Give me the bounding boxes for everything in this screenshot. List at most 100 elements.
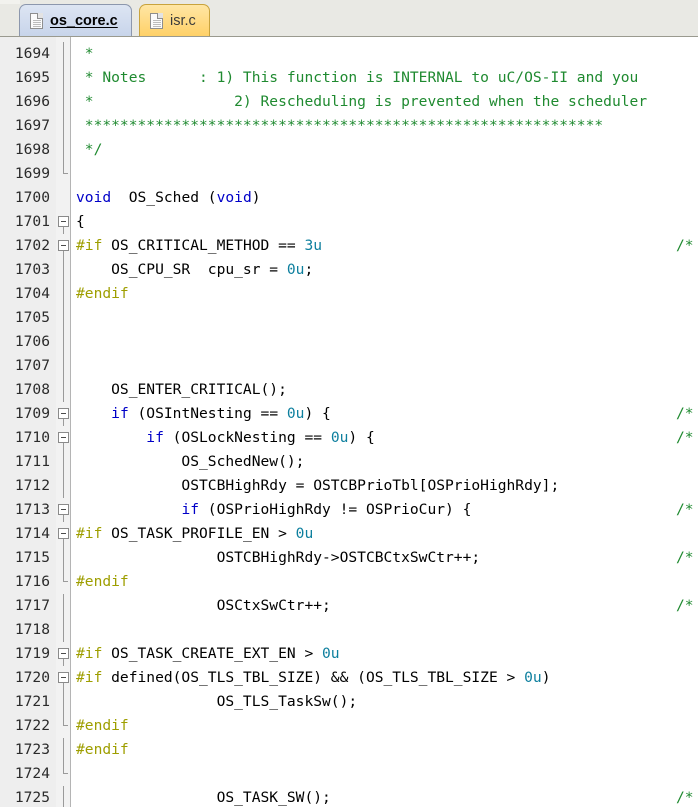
fold-collapse-icon[interactable] xyxy=(58,528,69,539)
code-token-id: OSTCBHighRdy->OSTCBCtxSwCtr++; xyxy=(76,549,481,566)
fold-marker-cell[interactable] xyxy=(56,522,70,546)
fold-collapse-icon[interactable] xyxy=(58,240,69,251)
code-line[interactable] xyxy=(76,762,698,786)
code-token-id: ) xyxy=(541,669,551,686)
code-line[interactable] xyxy=(76,354,698,378)
code-line[interactable]: if (OSIntNesting == 0u) {/* Sched xyxy=(76,402,698,426)
code-line[interactable]: OSCtxSwCtr++; /* Incre xyxy=(76,594,698,618)
code-line[interactable]: { xyxy=(76,210,698,234)
line-number: 1697 xyxy=(14,117,50,134)
code-editor-pane[interactable]: 1694 1695 1696 1697 1698 1699 1700 1701 1702 1703… xyxy=(0,37,698,807)
code-token-id: OS_CPU_SR cpu_sr = xyxy=(76,261,287,278)
code-line[interactable] xyxy=(76,162,698,186)
fold-marker-cell[interactable] xyxy=(56,402,70,426)
code-token-id: OSTCBHighRdy = OSTCBPrioTbl[OSPrioHighRd… xyxy=(76,477,560,494)
fold-collapse-icon[interactable] xyxy=(58,504,69,515)
line-number-gutter: 1694 1695 1696 1697 1698 1699 1700 1701 1702 1703… xyxy=(0,37,56,807)
code-token-num: 3u xyxy=(304,237,323,254)
fold-marker-cell[interactable] xyxy=(56,234,70,258)
fold-region-end-icon xyxy=(63,570,68,582)
fold-guide-line xyxy=(63,114,64,138)
fold-marker-cell xyxy=(56,570,70,594)
fold-collapse-icon[interactable] xyxy=(58,408,69,419)
tab-isr-c[interactable]: isr.c xyxy=(139,4,210,36)
fold-guide-line xyxy=(63,539,64,546)
code-line[interactable]: * Notes : 1) This function is INTERNAL t… xyxy=(76,66,698,90)
code-line[interactable] xyxy=(76,618,698,642)
code-line[interactable] xyxy=(76,330,698,354)
fold-marker-cell xyxy=(56,474,70,498)
code-line[interactable]: OS_CPU_SR cpu_sr = 0u; xyxy=(76,258,698,282)
fold-marker-cell[interactable] xyxy=(56,210,70,234)
code-line[interactable]: #endif xyxy=(76,714,698,738)
code-token-id xyxy=(76,501,181,518)
fold-marker-cell[interactable] xyxy=(56,426,70,450)
source-code-text[interactable]: * * Notes : 1) This function is INTERNAL… xyxy=(71,37,698,807)
code-token-id: OS_TLS_TaskSw(); xyxy=(76,693,358,710)
fold-guide-line xyxy=(63,42,64,66)
fold-collapse-icon[interactable] xyxy=(58,432,69,443)
code-token-id: OS_CRITICAL_METHOD == xyxy=(102,237,305,254)
code-token-id: OS_SchedNew(); xyxy=(76,453,305,470)
code-token-cmt: * xyxy=(76,45,103,62)
fold-marker-cell[interactable] xyxy=(56,666,70,690)
code-line[interactable]: #if OS_CRITICAL_METHOD == 3u /* Allo xyxy=(76,234,698,258)
fold-marker-cell[interactable] xyxy=(56,642,70,666)
fold-region-end-icon xyxy=(63,714,68,726)
code-line[interactable]: OS_ENTER_CRITICAL(); xyxy=(76,378,698,402)
code-line[interactable]: #if OS_TASK_CREATE_EXT_EN > 0u xyxy=(76,642,698,666)
code-line[interactable]: */ xyxy=(76,138,698,162)
code-token-num: 0u xyxy=(286,405,305,422)
code-line[interactable]: OSTCBHighRdy->OSTCBCtxSwCtr++; /* Inc. xyxy=(76,546,698,570)
line-number: 1711 xyxy=(14,453,50,470)
code-line[interactable]: #if OS_TASK_PROFILE_EN > 0u xyxy=(76,522,698,546)
code-token-cmt: ****************************************… xyxy=(76,117,604,134)
fold-collapse-icon[interactable] xyxy=(58,216,69,227)
code-line[interactable]: if (OSPrioHighRdy != OSPrioCur) {/* No C xyxy=(76,498,698,522)
code-line[interactable]: #endif xyxy=(76,282,698,306)
code-line[interactable]: #endif xyxy=(76,738,698,762)
fold-marker-cell xyxy=(56,66,70,90)
code-line[interactable]: #if defined(OS_TLS_TBL_SIZE) && (OS_TLS_… xyxy=(76,666,698,690)
code-line[interactable]: ****************************************… xyxy=(76,114,698,138)
fold-marker-cell xyxy=(56,258,70,282)
fold-collapse-icon[interactable] xyxy=(58,672,69,683)
line-number: 1700 xyxy=(14,189,50,206)
line-number: 1724 xyxy=(14,765,50,782)
line-number: 1695 xyxy=(14,69,50,86)
code-area[interactable]: 1694 1695 1696 1697 1698 1699 1700 1701 1702 1703… xyxy=(0,37,698,807)
trailing-comment: /* Sched xyxy=(676,405,694,422)
line-number: 1707 xyxy=(14,357,50,374)
file-document-icon xyxy=(30,13,43,29)
line-number: 1717 xyxy=(14,597,50,614)
fold-marker-cell xyxy=(56,450,70,474)
code-token-cmt: */ xyxy=(76,141,103,158)
code-line[interactable]: OS_TLS_TaskSw(); xyxy=(76,690,698,714)
code-line[interactable]: OS_SchedNew(); xyxy=(76,450,698,474)
code-line[interactable]: if (OSLockNesting == 0u) {/* ... xyxy=(76,426,698,450)
code-line[interactable]: * xyxy=(76,42,698,66)
code-line[interactable] xyxy=(76,306,698,330)
code-line[interactable]: #endif xyxy=(76,570,698,594)
code-line[interactable]: OS_TASK_SW(); /* Perfo xyxy=(76,786,698,807)
fold-collapse-icon[interactable] xyxy=(58,648,69,659)
code-token-id: OS_TASK_CREATE_EXT_EN > xyxy=(102,645,323,662)
fold-marker-cell xyxy=(56,162,70,186)
fold-guide-line xyxy=(63,227,64,234)
code-token-id: ) { xyxy=(348,429,375,446)
code-token-pp: #endif xyxy=(76,285,129,302)
fold-guide-line xyxy=(63,618,64,642)
line-number: 1721 xyxy=(14,693,50,710)
fold-guide-line xyxy=(63,690,64,714)
code-line[interactable]: * 2) Rescheduling is prevented when the … xyxy=(76,90,698,114)
fold-guide-line xyxy=(63,330,64,354)
code-line[interactable]: void OS_Sched (void) xyxy=(76,186,698,210)
code-token-kw: if xyxy=(181,501,200,518)
code-line[interactable]: OSTCBHighRdy = OSTCBPrioTbl[OSPrioHighRd… xyxy=(76,474,698,498)
fold-marker-cell[interactable] xyxy=(56,498,70,522)
tab-os-core-c[interactable]: os_core.c xyxy=(19,4,132,36)
fold-marker-cell xyxy=(56,138,70,162)
code-token-pp: #if xyxy=(76,237,103,254)
code-folding-column[interactable] xyxy=(56,37,71,807)
code-token-pp: #endif xyxy=(76,573,129,590)
